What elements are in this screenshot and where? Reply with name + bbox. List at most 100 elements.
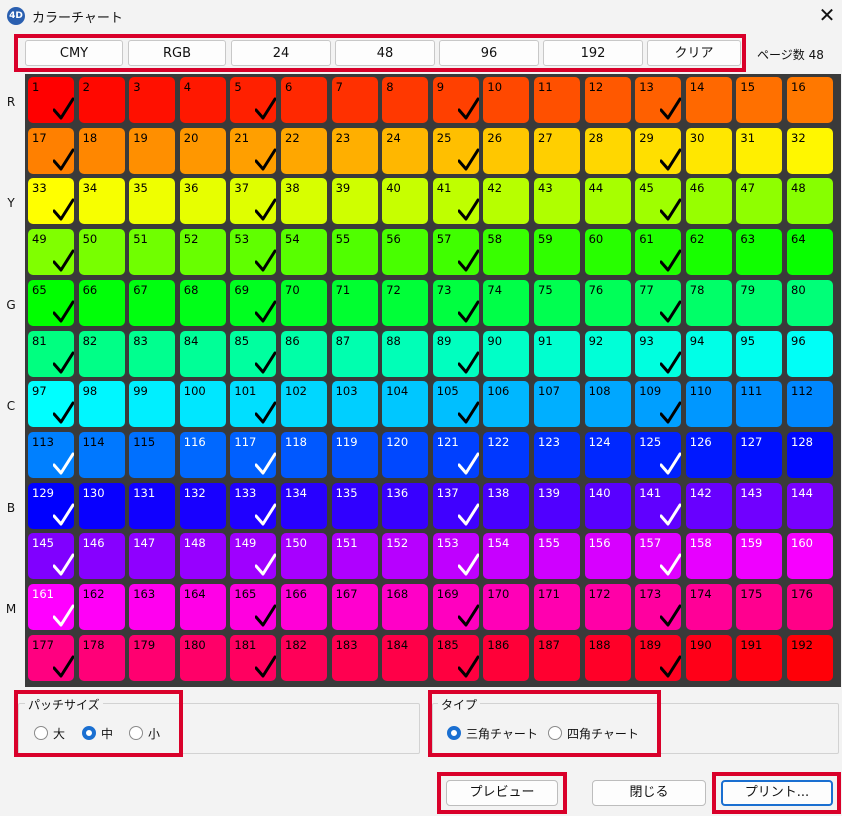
color-patch[interactable]: 38 xyxy=(281,178,327,225)
color-patch[interactable]: 105 xyxy=(432,381,479,428)
color-patch[interactable]: 35 xyxy=(129,178,176,225)
triangle-chart-radio[interactable]: 三角チャート xyxy=(447,726,539,742)
color-patch[interactable]: 6 xyxy=(281,77,327,123)
color-patch[interactable]: 153 xyxy=(432,533,479,580)
color-patch[interactable]: 156 xyxy=(584,533,631,580)
color-patch[interactable]: 19 xyxy=(129,127,176,174)
color-patch[interactable]: 136 xyxy=(382,482,429,529)
color-patch[interactable]: 183 xyxy=(331,634,378,681)
color-patch[interactable]: 90 xyxy=(483,330,530,377)
color-patch[interactable]: 7 xyxy=(331,77,378,123)
color-patch[interactable]: 189 xyxy=(635,634,682,681)
color-patch[interactable]: 93 xyxy=(635,330,682,377)
color-patch[interactable]: 137 xyxy=(432,482,479,529)
preview-button[interactable]: プレビュー xyxy=(446,780,558,806)
color-patch[interactable]: 143 xyxy=(736,482,783,529)
color-patch[interactable]: 180 xyxy=(179,634,226,681)
color-patch[interactable]: 37 xyxy=(230,178,277,225)
grid-24-button[interactable]: 24 xyxy=(231,40,331,66)
color-patch[interactable]: 179 xyxy=(129,634,176,681)
color-patch[interactable]: 184 xyxy=(382,634,429,681)
color-patch[interactable]: 3 xyxy=(129,77,176,123)
color-patch[interactable]: 192 xyxy=(787,634,833,681)
color-patch[interactable]: 129 xyxy=(28,482,74,529)
color-patch[interactable]: 21 xyxy=(230,127,277,174)
color-patch[interactable]: 56 xyxy=(382,229,429,276)
rgb-button[interactable]: RGB xyxy=(128,40,226,66)
color-patch[interactable]: 14 xyxy=(685,77,732,123)
color-patch[interactable]: 127 xyxy=(736,431,783,478)
print-button[interactable]: プリント... xyxy=(721,780,833,806)
color-patch[interactable]: 165 xyxy=(230,584,277,630)
color-patch[interactable]: 148 xyxy=(179,533,226,580)
close-button[interactable]: 閉じる xyxy=(592,780,706,806)
color-patch[interactable]: 145 xyxy=(28,533,74,580)
color-patch[interactable]: 166 xyxy=(281,584,327,630)
color-patch[interactable]: 177 xyxy=(28,634,74,681)
color-patch[interactable]: 47 xyxy=(736,178,783,225)
color-patch[interactable]: 157 xyxy=(635,533,682,580)
color-patch[interactable]: 72 xyxy=(382,279,429,326)
color-patch[interactable]: 123 xyxy=(534,431,580,478)
color-patch[interactable]: 86 xyxy=(281,330,327,377)
color-patch[interactable]: 95 xyxy=(736,330,783,377)
color-patch[interactable]: 11 xyxy=(534,77,580,123)
color-patch[interactable]: 190 xyxy=(685,634,732,681)
color-patch[interactable]: 106 xyxy=(483,381,530,428)
grid-48-button[interactable]: 48 xyxy=(335,40,435,66)
color-patch[interactable]: 101 xyxy=(230,381,277,428)
color-patch[interactable]: 140 xyxy=(584,482,631,529)
color-patch[interactable]: 81 xyxy=(28,330,74,377)
color-patch[interactable]: 66 xyxy=(78,279,125,326)
color-patch[interactable]: 26 xyxy=(483,127,530,174)
color-patch[interactable]: 41 xyxy=(432,178,479,225)
color-patch[interactable]: 16 xyxy=(787,77,833,123)
color-patch[interactable]: 170 xyxy=(483,584,530,630)
color-patch[interactable]: 161 xyxy=(28,584,74,630)
color-patch[interactable]: 45 xyxy=(635,178,682,225)
color-patch[interactable]: 163 xyxy=(129,584,176,630)
grid-192-button[interactable]: 192 xyxy=(543,40,643,66)
color-patch[interactable]: 109 xyxy=(635,381,682,428)
size-small-radio[interactable]: 小 xyxy=(129,726,165,742)
color-patch[interactable]: 167 xyxy=(331,584,378,630)
color-patch[interactable]: 125 xyxy=(635,431,682,478)
color-patch[interactable]: 147 xyxy=(129,533,176,580)
color-patch[interactable]: 9 xyxy=(432,77,479,123)
color-patch[interactable]: 82 xyxy=(78,330,125,377)
color-patch[interactable]: 175 xyxy=(736,584,783,630)
color-patch[interactable]: 29 xyxy=(635,127,682,174)
color-patch[interactable]: 114 xyxy=(78,431,125,478)
color-patch[interactable]: 8 xyxy=(382,77,429,123)
color-patch[interactable]: 173 xyxy=(635,584,682,630)
color-patch[interactable]: 85 xyxy=(230,330,277,377)
color-patch[interactable]: 54 xyxy=(281,229,327,276)
color-patch[interactable]: 43 xyxy=(534,178,580,225)
color-patch[interactable]: 174 xyxy=(685,584,732,630)
color-patch[interactable]: 141 xyxy=(635,482,682,529)
color-patch[interactable]: 32 xyxy=(787,127,833,174)
color-patch[interactable]: 24 xyxy=(382,127,429,174)
color-patch[interactable]: 88 xyxy=(382,330,429,377)
color-patch[interactable]: 76 xyxy=(584,279,631,326)
square-chart-radio[interactable]: 四角チャート xyxy=(548,726,640,742)
color-patch[interactable]: 78 xyxy=(685,279,732,326)
color-patch[interactable]: 22 xyxy=(281,127,327,174)
color-patch[interactable]: 124 xyxy=(584,431,631,478)
color-patch[interactable]: 84 xyxy=(179,330,226,377)
color-patch[interactable]: 150 xyxy=(281,533,327,580)
color-patch[interactable]: 92 xyxy=(584,330,631,377)
color-patch[interactable]: 185 xyxy=(432,634,479,681)
color-patch[interactable]: 58 xyxy=(483,229,530,276)
color-patch[interactable]: 188 xyxy=(584,634,631,681)
color-patch[interactable]: 102 xyxy=(281,381,327,428)
color-patch[interactable]: 79 xyxy=(736,279,783,326)
color-patch[interactable]: 52 xyxy=(179,229,226,276)
color-patch[interactable]: 39 xyxy=(331,178,378,225)
color-patch[interactable]: 99 xyxy=(129,381,176,428)
color-patch[interactable]: 17 xyxy=(28,127,74,174)
color-patch[interactable]: 155 xyxy=(534,533,580,580)
color-patch[interactable]: 103 xyxy=(331,381,378,428)
color-patch[interactable]: 64 xyxy=(787,229,833,276)
size-large-radio[interactable]: 大 xyxy=(34,726,70,742)
